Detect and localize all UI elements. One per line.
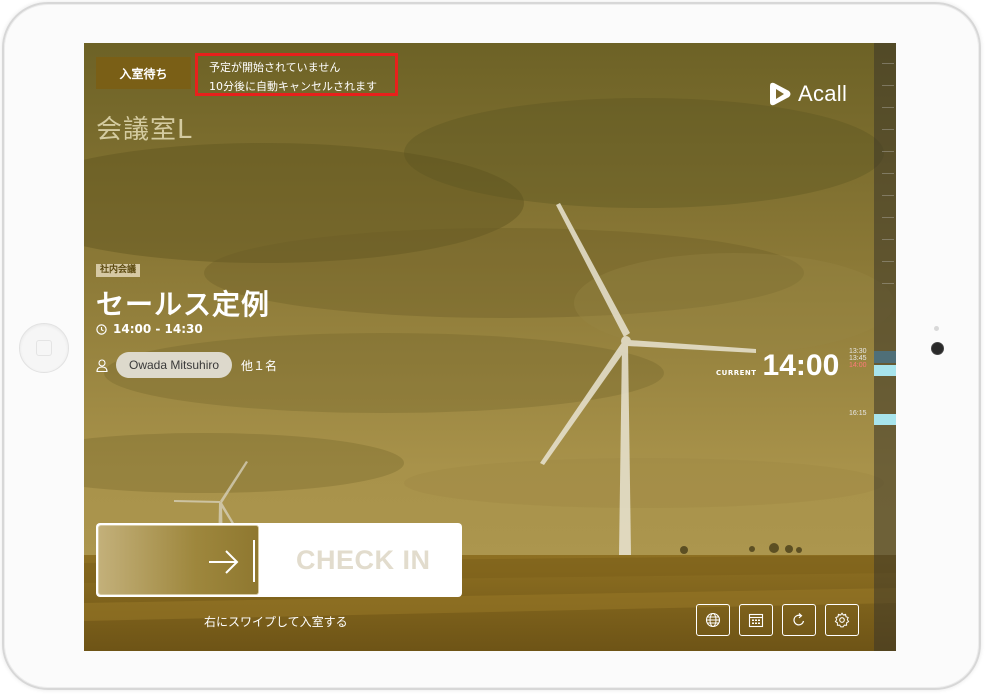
timeline-tick xyxy=(882,151,894,152)
refresh-button[interactable] xyxy=(782,604,816,636)
timeline-tick xyxy=(882,195,894,196)
swipe-hint: 右にスワイプして入室する xyxy=(204,615,348,629)
timeline-past-block xyxy=(874,351,896,363)
settings-button[interactable] xyxy=(825,604,859,636)
refresh-icon xyxy=(793,613,805,626)
timeline-tick xyxy=(882,63,894,64)
organizer-chip[interactable]: Owada Mitsuhiro xyxy=(116,352,233,378)
calendar-icon xyxy=(748,613,764,628)
brand-name: Acall xyxy=(798,81,848,106)
arrow-right-icon xyxy=(209,550,239,574)
status-badge: 入室待ち xyxy=(96,57,191,89)
timeline-tick xyxy=(882,217,894,218)
notice-line-2: 10分後に自動キャンセルされます xyxy=(209,80,377,93)
home-button[interactable] xyxy=(19,323,69,373)
front-camera xyxy=(931,342,944,355)
current-time-label: CURRENT xyxy=(716,369,757,377)
timeline-label-current: 14:00 xyxy=(849,362,867,369)
clock-icon xyxy=(96,323,107,335)
timeline-tick xyxy=(882,107,894,108)
screen: 入室待ち 予定が開始されていません 10分後に自動キャンセルされます Acall… xyxy=(84,43,896,651)
current-time: CURRENT 14:00 xyxy=(716,349,839,383)
current-time-value: 14:00 xyxy=(762,349,840,382)
checkin-label: CHECK IN xyxy=(296,544,431,575)
timeline-tick xyxy=(882,283,894,284)
acall-logo-icon xyxy=(770,82,791,106)
timeline-tick xyxy=(882,85,894,86)
timeline-next-event[interactable] xyxy=(874,414,896,425)
schedule-button[interactable] xyxy=(739,604,773,636)
settings-icon xyxy=(834,612,850,628)
timeline-label: 16:15 xyxy=(849,410,867,417)
meeting-time-range: 14:00 - 14:30 xyxy=(113,322,203,336)
home-square-icon xyxy=(36,340,52,356)
auto-cancel-notice: 予定が開始されていません 10分後に自動キャンセルされます xyxy=(195,53,398,96)
front-sensor xyxy=(934,326,939,331)
timeline-tick xyxy=(882,239,894,240)
person-icon xyxy=(96,358,108,372)
timeline-current-event[interactable] xyxy=(874,365,896,376)
language-button[interactable] xyxy=(696,604,730,636)
room-name: 会議室L xyxy=(96,115,193,145)
attendees: Owada Mitsuhiro 他１名 xyxy=(96,352,277,378)
schedule-timeline[interactable] xyxy=(874,43,896,651)
timeline-label: 13:45 xyxy=(849,355,867,362)
timeline-tick xyxy=(882,261,894,262)
timeline-tick xyxy=(882,173,894,174)
globe-icon xyxy=(705,612,721,628)
checkin-slider[interactable]: CHECK IN xyxy=(96,523,462,597)
other-attendees-count[interactable]: 他１名 xyxy=(241,357,277,374)
timeline-label: 13:30 xyxy=(849,348,867,355)
brand-logo: Acall xyxy=(767,81,847,107)
toolbar xyxy=(696,604,868,636)
meeting-type-tag: 社内会議 xyxy=(96,264,141,277)
meeting-title: セールス定例 xyxy=(96,288,271,321)
notice-line-1: 予定が開始されていません xyxy=(209,61,341,74)
timeline-tick xyxy=(882,129,894,130)
meeting-time: 14:00 - 14:30 xyxy=(96,322,203,336)
slider-thumb[interactable] xyxy=(98,525,259,595)
slider-divider xyxy=(253,540,255,582)
